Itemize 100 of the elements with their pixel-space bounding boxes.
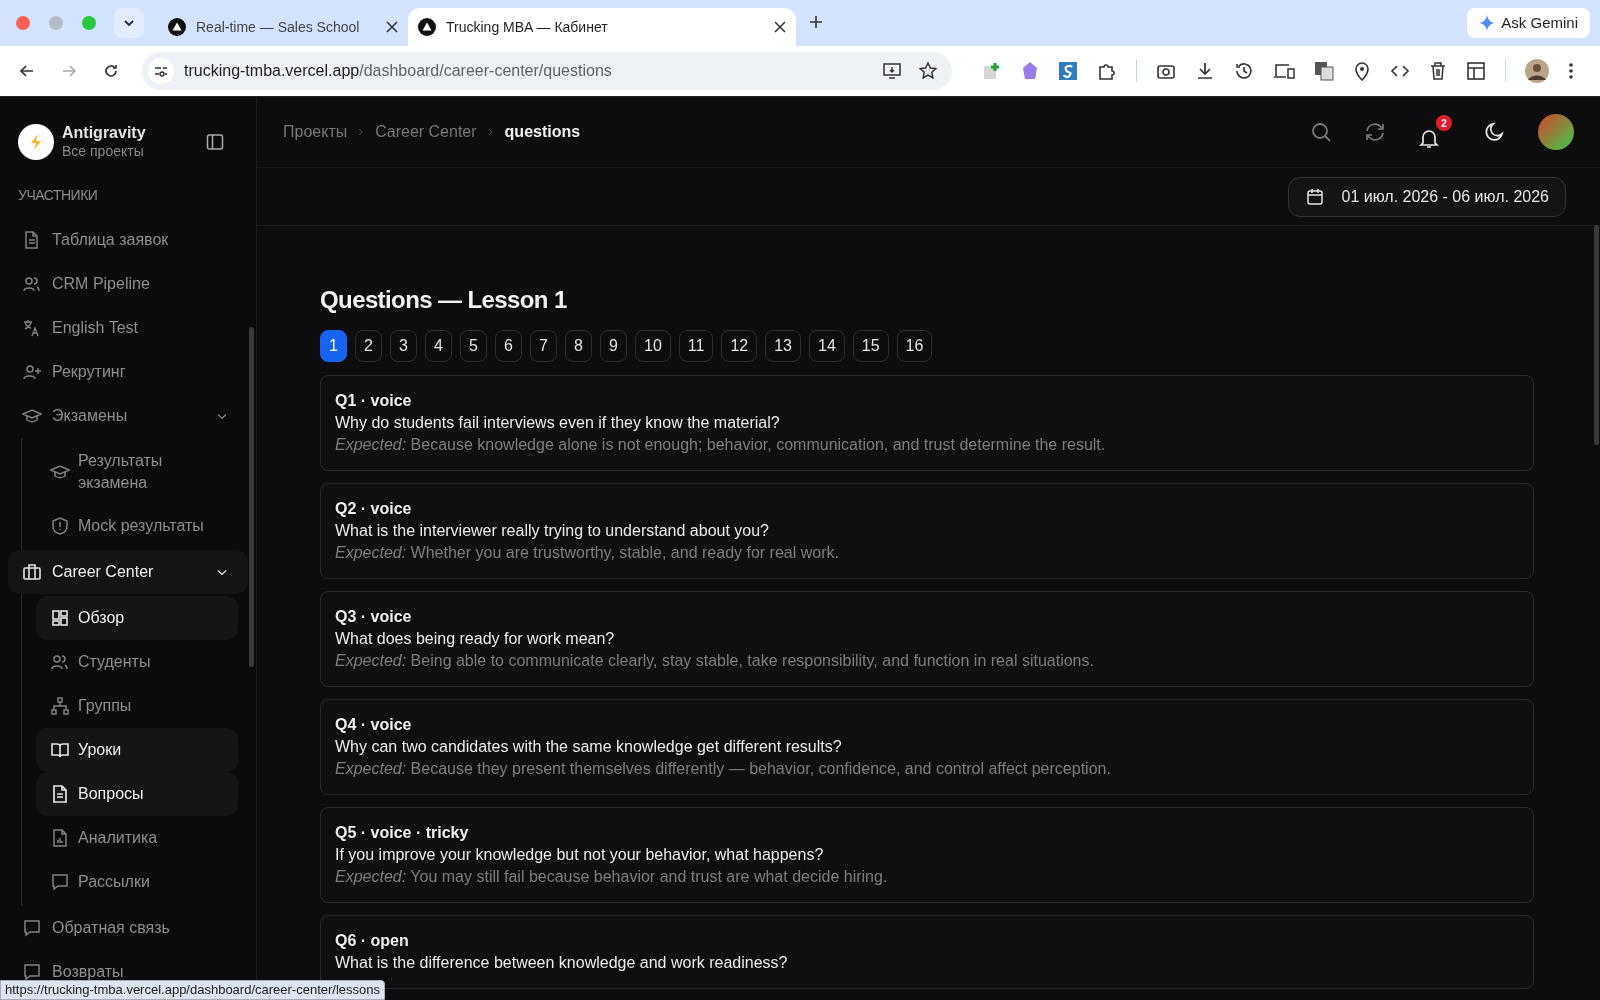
calendar-icon — [1305, 186, 1326, 207]
page-button[interactable]: 12 — [721, 330, 758, 362]
extension-icon[interactable] — [1058, 61, 1078, 81]
sidebar-subitem[interactable]: Рассылки — [36, 860, 238, 904]
download-icon[interactable] — [1195, 61, 1215, 81]
question-label: Q2 · voice — [335, 499, 412, 519]
layout-icon[interactable] — [1466, 61, 1486, 81]
question-label: Q1 · voice — [335, 391, 412, 411]
sidebar-item[interactable]: CRM Pipeline — [8, 262, 248, 306]
breadcrumb-link[interactable]: Career Center — [375, 120, 477, 144]
browser-tab[interactable]: Trucking MBA — Кабинет — [408, 8, 796, 46]
scrollbar[interactable] — [249, 327, 254, 667]
forward-arrow-icon — [61, 63, 77, 79]
question-text: What is the difference between knowledge and work readiness? — [335, 953, 788, 973]
sidebar-item[interactable]: Рекрутинг — [8, 350, 248, 394]
refresh-icon[interactable] — [1364, 121, 1386, 143]
address-bar[interactable]: trucking-tmba.vercel.app/dashboard/career-center/questions — [142, 52, 952, 90]
expected-answer: Expected: Because they present themselves differently — behavior, confidence, and control affect perception. — [335, 759, 1111, 779]
page-button[interactable]: 9 — [600, 330, 627, 362]
question-text: What does being ready for work mean? — [335, 629, 615, 649]
question-label: Q6 · open — [335, 931, 409, 951]
close-tab-icon[interactable] — [774, 21, 786, 33]
question-text: Why do students fail interviews even if they know the material? — [335, 413, 780, 433]
date-range-picker[interactable]: 01 июл. 2026 - 06 июл. 2026 — [1288, 176, 1566, 217]
reload-icon — [103, 63, 119, 79]
page-button[interactable]: 11 — [678, 330, 714, 362]
workspace-name: Antigravity — [62, 124, 146, 142]
sidebar-subitem[interactable]: Обзор — [36, 596, 238, 640]
menu-icon[interactable] — [1568, 61, 1574, 81]
sidebar-item[interactable]: Экзамены — [8, 394, 248, 438]
question-label: Q4 · voice — [335, 715, 412, 735]
question-text: If you improve your knowledge but not your behavior, what happens? — [335, 845, 824, 865]
lightning-icon — [29, 133, 43, 151]
chevron-down-icon — [123, 17, 135, 29]
sidebar-subitem[interactable]: Вопросы — [36, 772, 238, 816]
ask-gemini-button[interactable]: Ask Gemini — [1467, 8, 1590, 38]
notification-button[interactable]: 2 — [1418, 115, 1452, 149]
sidebar-subitem[interactable]: Студенты — [36, 640, 238, 684]
page-button[interactable]: 4 — [425, 330, 452, 362]
sidebar-item[interactable]: English Test — [8, 306, 248, 350]
section-heading: УЧАСТНИКИ — [18, 186, 98, 205]
page-button[interactable]: 10 — [635, 330, 671, 362]
browser-tab[interactable]: Real-time — Sales School — [158, 8, 408, 46]
extension-icon[interactable] — [982, 61, 1002, 81]
sidebar-toggle-icon[interactable] — [206, 133, 224, 151]
page-button[interactable]: 14 — [809, 330, 845, 362]
sidebar-item[interactable]: Таблица заявок — [8, 218, 248, 262]
sidebar-subitem[interactable]: Результаты экзамена — [36, 440, 238, 504]
site-settings-icon[interactable] — [148, 58, 174, 84]
document-icon — [50, 784, 70, 804]
page-button[interactable]: 2 — [355, 330, 382, 362]
scrollbar[interactable] — [1594, 225, 1599, 445]
trash-icon[interactable] — [1429, 61, 1447, 81]
profile-avatar[interactable] — [1525, 59, 1549, 83]
page-button[interactable]: 6 — [495, 330, 522, 362]
translate-icon[interactable] — [1314, 61, 1334, 81]
star-icon[interactable] — [918, 61, 938, 81]
workspace-subtitle: Все проекты — [62, 142, 145, 160]
install-app-icon[interactable] — [882, 61, 902, 81]
translate-icon — [22, 318, 42, 338]
sidebar-subitem[interactable]: Mock результаты — [36, 504, 238, 548]
question-text: Why can two candidates with the same knowledge get different results? — [335, 737, 842, 757]
chat-icon — [50, 872, 70, 892]
page-button[interactable]: 1 — [320, 330, 347, 362]
hierarchy-icon — [50, 696, 70, 716]
url-text: trucking-tmba.vercel.app/dashboard/career-center/questions — [184, 61, 612, 81]
user-avatar[interactable] — [1538, 114, 1574, 150]
page-title: Questions — Lesson 1 — [320, 285, 567, 315]
dashboard-icon — [50, 608, 70, 628]
users-icon — [50, 652, 70, 672]
devices-icon[interactable] — [1273, 61, 1295, 81]
sidebar-subitem[interactable]: Аналитика — [36, 816, 238, 860]
expected-answer: Expected: Because knowledge alone is not enough; behavior, communication, and trust determine the result. — [335, 435, 1106, 455]
history-icon[interactable] — [1234, 61, 1254, 81]
back-arrow-icon — [19, 63, 35, 79]
page-button[interactable]: 5 — [460, 330, 487, 362]
breadcrumb-link[interactable]: Проекты — [283, 120, 348, 144]
chart-document-icon — [50, 828, 70, 848]
chat-icon — [22, 918, 42, 938]
page-button[interactable]: 8 — [565, 330, 592, 362]
sparkle-icon — [1479, 15, 1496, 31]
location-pin-icon[interactable] — [1353, 61, 1371, 81]
page-button[interactable]: 16 — [896, 330, 933, 362]
question-text: What is the interviewer really trying to understand about you? — [335, 521, 769, 541]
sidebar-subitem[interactable]: Группы — [36, 684, 238, 728]
expected-answer: Expected: You may still fail because behavior and trust are what decide hiring. — [335, 867, 888, 887]
tab-list-button[interactable] — [114, 8, 144, 38]
puzzle-icon[interactable] — [1097, 61, 1117, 81]
close-tab-icon[interactable] — [386, 21, 398, 33]
search-icon[interactable] — [1310, 121, 1332, 143]
page-button[interactable]: 3 — [390, 330, 417, 362]
crystal-extension-icon[interactable] — [1021, 61, 1039, 81]
page-button[interactable]: 7 — [530, 330, 557, 362]
sidebar-item[interactable]: Career Center — [8, 550, 248, 594]
page-button[interactable]: 15 — [852, 330, 889, 362]
page-button[interactable]: 13 — [765, 330, 801, 362]
sidebar-item[interactable]: Обратная связь — [8, 906, 248, 950]
moon-icon[interactable] — [1484, 121, 1506, 143]
sidebar-subitem[interactable]: Уроки — [36, 728, 238, 772]
book-icon — [50, 740, 70, 760]
